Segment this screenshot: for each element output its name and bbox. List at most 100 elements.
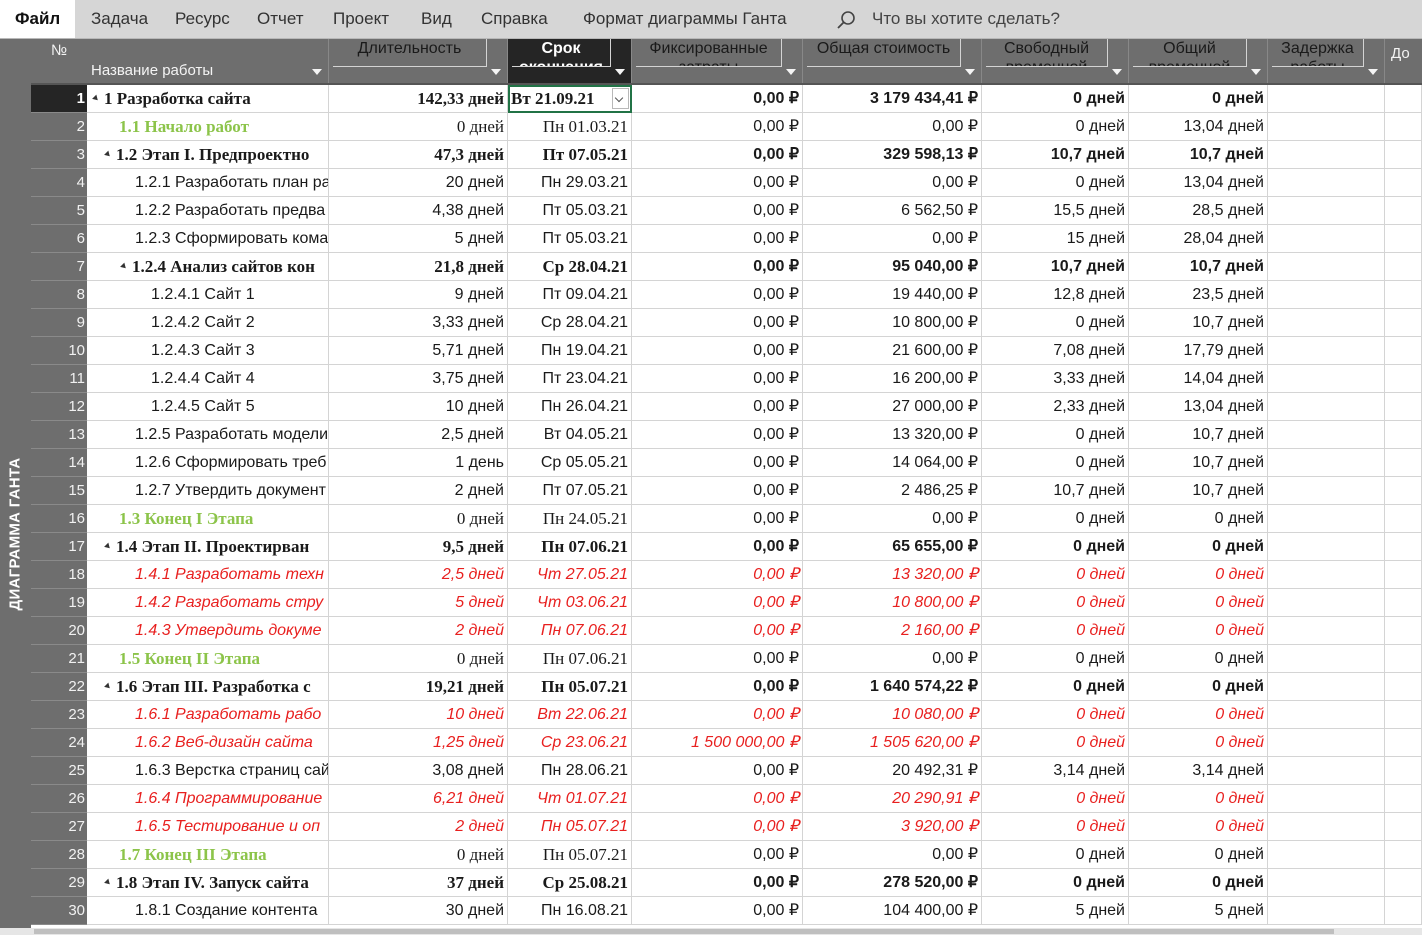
fixed-cost-cell[interactable]: 0,00 ₽ xyxy=(632,813,803,841)
fixed-cost-cell[interactable]: 1 500 000,00 ₽ xyxy=(632,729,803,757)
free-slack-cell[interactable]: 3,33 дней xyxy=(982,365,1129,393)
free-slack-cell[interactable]: 0 дней xyxy=(982,309,1129,337)
free-slack-cell[interactable]: 0 дней xyxy=(982,673,1129,701)
next-cell[interactable] xyxy=(1385,869,1422,897)
task-name-cell[interactable]: 1.2.4.3 Сайт 3 xyxy=(87,337,329,365)
duration-cell[interactable]: 2 дней xyxy=(329,617,508,645)
collapse-triangle-icon[interactable] xyxy=(104,878,112,886)
free-slack-cell[interactable]: 0 дней xyxy=(982,421,1129,449)
row-number[interactable]: 21 xyxy=(31,645,87,673)
task-name-cell[interactable]: 1 Разработка сайта xyxy=(87,85,329,113)
tab-task[interactable]: Задача xyxy=(91,0,148,38)
duration-cell[interactable]: 1 день xyxy=(329,449,508,477)
row-number[interactable]: 20 xyxy=(31,617,87,645)
total-slack-cell[interactable]: 3,14 дней xyxy=(1129,757,1268,785)
row-number[interactable]: 18 xyxy=(31,561,87,589)
total-slack-cell[interactable]: 10,7 дней xyxy=(1129,477,1268,505)
table-row[interactable]: 5 1.2.2 Разработать предва 4,38 дней Пт 05.… xyxy=(31,197,1422,225)
finish-cell[interactable]: Ср 23.06.21 xyxy=(508,729,632,757)
fixed-cost-cell[interactable]: 0,00 ₽ xyxy=(632,253,803,281)
row-number[interactable]: 3 xyxy=(31,141,87,169)
header-task-name[interactable]: Название работы xyxy=(87,39,329,83)
delay-cell[interactable] xyxy=(1268,449,1385,477)
collapse-triangle-icon[interactable] xyxy=(120,262,128,270)
finish-cell[interactable]: Пн 28.06.21 xyxy=(508,757,632,785)
fixed-cost-cell[interactable]: 0,00 ₽ xyxy=(632,141,803,169)
row-number[interactable]: 30 xyxy=(31,897,87,925)
row-number[interactable]: 5 xyxy=(31,197,87,225)
finish-cell[interactable]: Чт 27.05.21 xyxy=(508,561,632,589)
duration-cell[interactable]: 6,21 дней xyxy=(329,785,508,813)
next-cell[interactable] xyxy=(1385,589,1422,617)
next-cell[interactable] xyxy=(1385,813,1422,841)
free-slack-cell[interactable]: 0 дней xyxy=(982,785,1129,813)
total-cost-cell[interactable]: 329 598,13 ₽ xyxy=(803,141,982,169)
delay-cell[interactable] xyxy=(1268,253,1385,281)
row-number[interactable]: 15 xyxy=(31,477,87,505)
header-total-cost[interactable]: Общая стоимость xyxy=(803,39,982,83)
total-slack-cell[interactable]: 0 дней xyxy=(1129,673,1268,701)
delay-cell[interactable] xyxy=(1268,281,1385,309)
finish-cell[interactable]: Пн 05.07.21 xyxy=(508,673,632,701)
next-cell[interactable] xyxy=(1385,701,1422,729)
total-slack-cell[interactable]: 17,79 дней xyxy=(1129,337,1268,365)
total-cost-cell[interactable]: 3 179 434,41 ₽ xyxy=(803,85,982,113)
tab-project[interactable]: Проект xyxy=(333,0,389,38)
total-slack-cell[interactable]: 10,7 дней xyxy=(1129,253,1268,281)
task-name-cell[interactable]: 1.2.4.4 Сайт 4 xyxy=(87,365,329,393)
next-cell[interactable] xyxy=(1385,337,1422,365)
fixed-cost-cell[interactable]: 0,00 ₽ xyxy=(632,113,803,141)
duration-cell[interactable]: 3,08 дней xyxy=(329,757,508,785)
task-name-cell[interactable]: 1.2 Этап I. Предпроектно xyxy=(87,141,329,169)
task-name-cell[interactable]: 1.2.7 Утвердить документ xyxy=(87,477,329,505)
tab-view[interactable]: Вид xyxy=(421,0,452,38)
filter-dropdown-icon[interactable] xyxy=(615,69,625,75)
total-cost-cell[interactable]: 0,00 ₽ xyxy=(803,505,982,533)
total-slack-cell[interactable]: 13,04 дней xyxy=(1129,169,1268,197)
fixed-cost-cell[interactable]: 0,00 ₽ xyxy=(632,85,803,113)
total-slack-cell[interactable]: 10,7 дней xyxy=(1129,141,1268,169)
fixed-cost-cell[interactable]: 0,00 ₽ xyxy=(632,309,803,337)
total-cost-cell[interactable]: 27 000,00 ₽ xyxy=(803,393,982,421)
finish-cell[interactable]: Чт 01.07.21 xyxy=(508,785,632,813)
next-cell[interactable] xyxy=(1385,365,1422,393)
next-cell[interactable] xyxy=(1385,393,1422,421)
header-free-slack[interactable]: Свободныйвременной xyxy=(982,39,1129,83)
delay-cell[interactable] xyxy=(1268,589,1385,617)
next-cell[interactable] xyxy=(1385,225,1422,253)
collapse-triangle-icon[interactable] xyxy=(104,682,112,690)
duration-cell[interactable]: 0 дней xyxy=(329,841,508,869)
delay-cell[interactable] xyxy=(1268,617,1385,645)
free-slack-cell[interactable]: 0 дней xyxy=(982,85,1129,113)
table-row[interactable]: 10 1.2.4.3 Сайт 3 5,71 дней Пн 19.04.21 0,00… xyxy=(31,337,1422,365)
total-cost-cell[interactable]: 20 492,31 ₽ xyxy=(803,757,982,785)
duration-cell[interactable]: 9,5 дней xyxy=(329,533,508,561)
task-name-cell[interactable]: 1.5 Конец II Этапа xyxy=(87,645,329,673)
delay-cell[interactable] xyxy=(1268,225,1385,253)
table-row[interactable]: 19 1.4.2 Разработать стру 5 дней Чт 03.06.2… xyxy=(31,589,1422,617)
delay-cell[interactable] xyxy=(1268,533,1385,561)
fixed-cost-cell[interactable]: 0,00 ₽ xyxy=(632,477,803,505)
table-row[interactable]: 17 1.4 Этап II. Проектирван 9,5 дней Пн 07.… xyxy=(31,533,1422,561)
row-number[interactable]: 29 xyxy=(31,869,87,897)
row-number[interactable]: 13 xyxy=(31,421,87,449)
table-row[interactable]: 12 1.2.4.5 Сайт 5 10 дней Пн 26.04.21 0,00 ₽… xyxy=(31,393,1422,421)
free-slack-cell[interactable]: 0 дней xyxy=(982,113,1129,141)
fixed-cost-cell[interactable]: 0,00 ₽ xyxy=(632,645,803,673)
total-slack-cell[interactable]: 28,5 дней xyxy=(1129,197,1268,225)
duration-cell[interactable]: 9 дней xyxy=(329,281,508,309)
table-row[interactable]: 7 1.2.4 Анализ сайтов кон 21,8 дней Ср 28.0… xyxy=(31,253,1422,281)
next-cell[interactable] xyxy=(1385,617,1422,645)
table-row[interactable]: 14 1.2.6 Сформировать треб 1 день Ср 05.05.… xyxy=(31,449,1422,477)
free-slack-cell[interactable]: 0 дней xyxy=(982,617,1129,645)
table-row[interactable]: 16 1.3 Конец I Этапа 0 дней Пн 24.05.21 0,00… xyxy=(31,505,1422,533)
duration-cell[interactable]: 2 дней xyxy=(329,477,508,505)
free-slack-cell[interactable]: 0 дней xyxy=(982,533,1129,561)
table-row[interactable]: 1 1 Разработка сайта 142,33 дней Вт 21.09.2… xyxy=(31,85,1422,113)
total-slack-cell[interactable]: 13,04 дней xyxy=(1129,113,1268,141)
total-cost-cell[interactable]: 0,00 ₽ xyxy=(803,169,982,197)
task-name-cell[interactable]: 1.2.4.1 Сайт 1 xyxy=(87,281,329,309)
row-number[interactable]: 26 xyxy=(31,785,87,813)
table-row[interactable]: 21 1.5 Конец II Этапа 0 дней Пн 07.06.21 0,0… xyxy=(31,645,1422,673)
next-cell[interactable] xyxy=(1385,85,1422,113)
